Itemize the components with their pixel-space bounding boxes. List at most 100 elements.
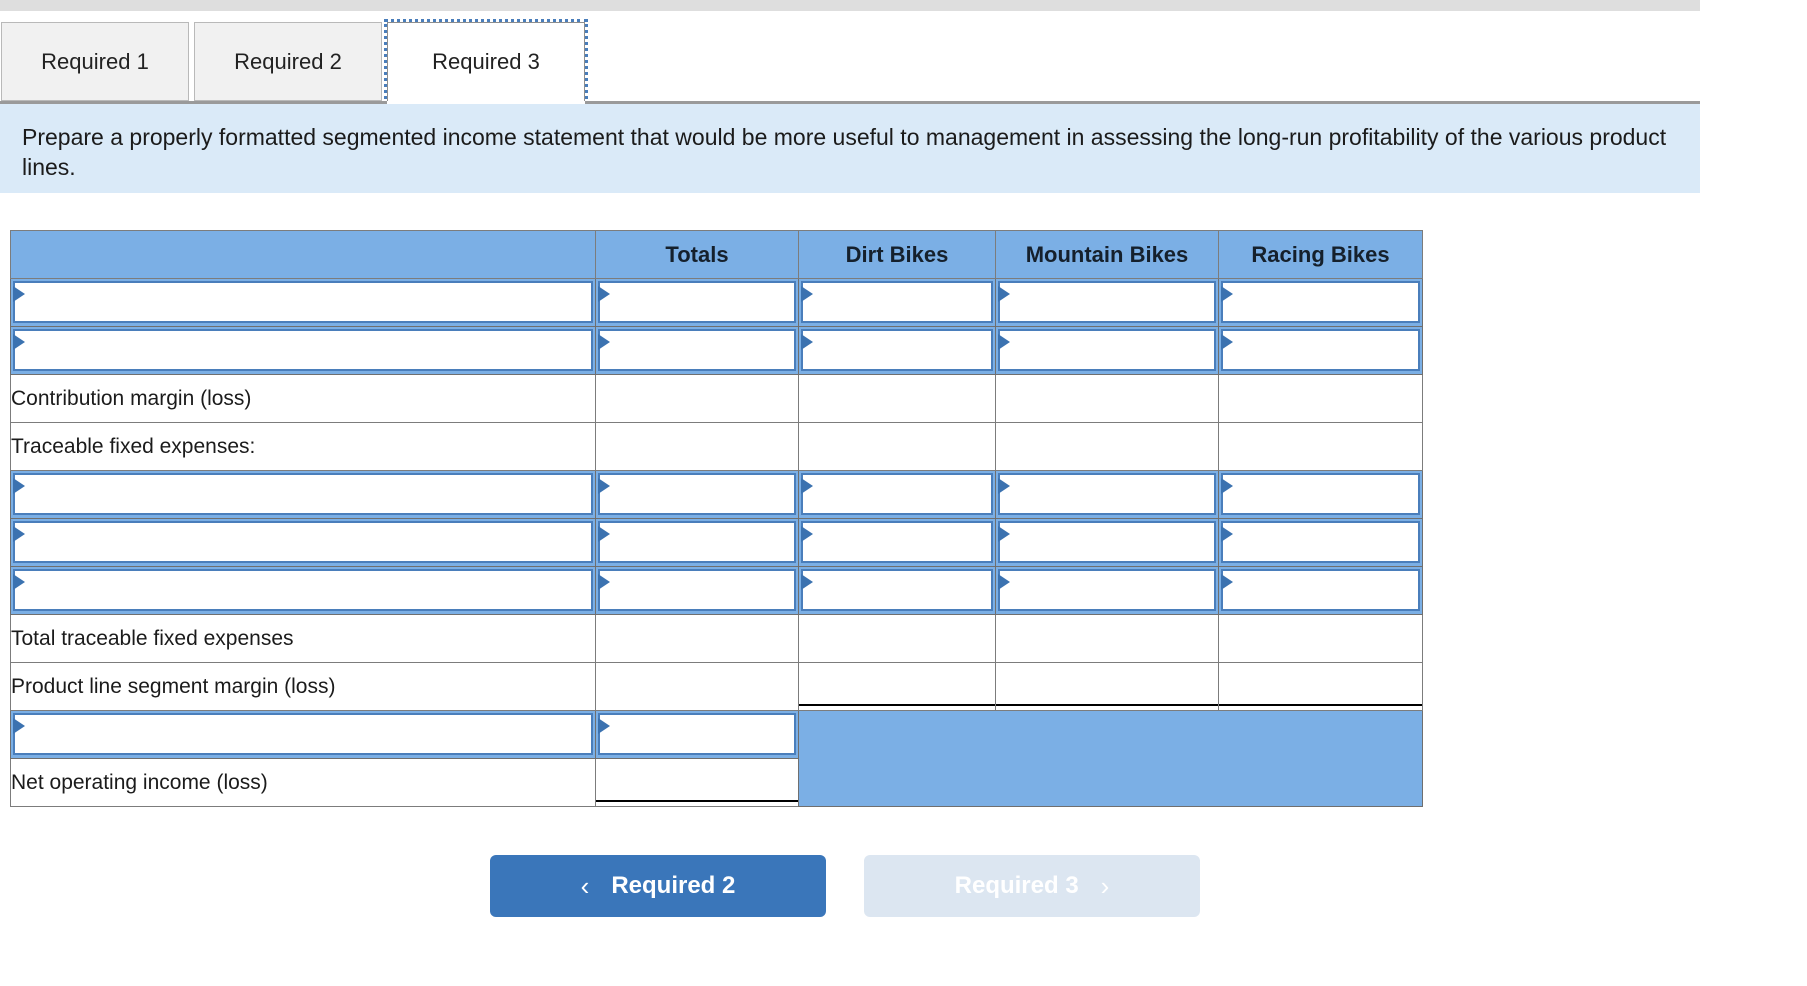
- dropdown-cell-label-2[interactable]: [10, 326, 596, 375]
- caret-right-icon: [598, 718, 610, 734]
- value-cell-racing-total-traceable[interactable]: [1218, 614, 1423, 663]
- caret-right-icon: [801, 334, 813, 350]
- table-row: Traceable fixed expenses:: [10, 422, 1423, 471]
- instruction-banner: Prepare a properly formatted segmented i…: [0, 104, 1700, 193]
- dropdown-cell-racing-1[interactable]: [1218, 278, 1423, 327]
- tab-strip: Required 1 Required 2 Required 3: [0, 19, 1807, 104]
- tab-required-2[interactable]: Required 2: [194, 22, 382, 101]
- dropdown-cell-totals-1[interactable]: [595, 278, 799, 327]
- column-header-mountain-bikes: Mountain Bikes: [995, 230, 1219, 279]
- tab-required-2-label: Required 2: [234, 48, 342, 74]
- column-header-totals: Totals: [595, 230, 799, 279]
- row-label-traceable-fixed-expenses: Traceable fixed expenses:: [10, 422, 596, 471]
- caret-right-icon: [801, 574, 813, 590]
- row-label-total-traceable-fixed-expenses: Total traceable fixed expenses: [10, 614, 596, 663]
- value-cell-dirt-contribution-margin[interactable]: [798, 374, 996, 423]
- tab-required-1[interactable]: Required 1: [1, 22, 189, 101]
- navigation-bar: ‹ Required 2 Required 3 ›: [0, 855, 1807, 917]
- caret-right-icon: [598, 334, 610, 350]
- dropdown-cell-dirt-1[interactable]: [798, 278, 996, 327]
- tab-required-1-label: Required 1: [41, 48, 149, 74]
- caret-right-icon: [801, 286, 813, 302]
- caret-right-icon: [598, 286, 610, 302]
- prev-required-2-button[interactable]: ‹ Required 2: [490, 855, 826, 917]
- dropdown-cell-label-1[interactable]: [10, 278, 596, 327]
- value-cell-totals-net-operating-income[interactable]: [595, 758, 799, 807]
- caret-right-icon: [1221, 574, 1233, 590]
- caret-right-icon: [13, 334, 25, 350]
- dropdown-cell-dirt-2[interactable]: [798, 326, 996, 375]
- caret-right-icon: [13, 574, 25, 590]
- next-button-label: Required 3: [954, 872, 1079, 899]
- value-cell-dirt-total-traceable[interactable]: [798, 614, 996, 663]
- caret-right-icon: [598, 478, 610, 494]
- dropdown-cell-label-6[interactable]: [10, 710, 596, 759]
- caret-right-icon: [598, 526, 610, 542]
- value-cell-totals-contribution-margin[interactable]: [595, 374, 799, 423]
- dropdown-cell-racing-2[interactable]: [1218, 326, 1423, 375]
- prev-button-label: Required 2: [611, 872, 736, 899]
- dropdown-cell-totals-4[interactable]: [595, 518, 799, 567]
- value-cell-racing-contribution-margin[interactable]: [1218, 374, 1423, 423]
- dropdown-cell-racing-3[interactable]: [1218, 470, 1423, 519]
- dropdown-cell-label-4[interactable]: [10, 518, 596, 567]
- value-cell-dirt-traceable-header[interactable]: [798, 422, 996, 471]
- dropdown-cell-totals-5[interactable]: [595, 566, 799, 615]
- table-row: [10, 518, 1423, 567]
- dropdown-cell-mountain-1[interactable]: [995, 278, 1219, 327]
- table-row: [10, 470, 1423, 519]
- dropdown-cell-mountain-3[interactable]: [995, 470, 1219, 519]
- next-required-3-button[interactable]: Required 3 ›: [864, 855, 1200, 917]
- dropdown-cell-racing-5[interactable]: [1218, 566, 1423, 615]
- dropdown-cell-mountain-5[interactable]: [995, 566, 1219, 615]
- value-cell-mountain-contribution-margin[interactable]: [995, 374, 1219, 423]
- row-label-contribution-margin: Contribution margin (loss): [10, 374, 596, 423]
- top-gray-bar: [0, 0, 1700, 11]
- dropdown-cell-mountain-4[interactable]: [995, 518, 1219, 567]
- caret-right-icon: [998, 574, 1010, 590]
- value-cell-mountain-segment-margin[interactable]: [995, 662, 1219, 711]
- value-cell-racing-traceable-header[interactable]: [1218, 422, 1423, 471]
- caret-right-icon: [1221, 478, 1233, 494]
- column-header-blank: [10, 230, 596, 279]
- segmented-income-statement-table: Totals Dirt Bikes Mountain Bikes Racing …: [10, 230, 1423, 807]
- dropdown-cell-racing-4[interactable]: [1218, 518, 1423, 567]
- caret-right-icon: [1221, 334, 1233, 350]
- value-cell-racing-segment-margin[interactable]: [1218, 662, 1423, 711]
- value-cell-totals-segment-margin[interactable]: [595, 662, 799, 711]
- caret-right-icon: [998, 478, 1010, 494]
- dropdown-cell-dirt-4[interactable]: [798, 518, 996, 567]
- row-label-net-operating-income: Net operating income (loss): [10, 758, 596, 807]
- dropdown-cell-label-5[interactable]: [10, 566, 596, 615]
- table-body: Contribution margin (loss) Traceable fix…: [10, 278, 1423, 807]
- table-header: Totals Dirt Bikes Mountain Bikes Racing …: [10, 230, 1423, 279]
- caret-right-icon: [998, 526, 1010, 542]
- table-row: [10, 326, 1423, 375]
- tab-required-3[interactable]: Required 3: [384, 19, 588, 104]
- row-label-product-line-segment-margin: Product line segment margin (loss): [10, 662, 596, 711]
- dropdown-cell-totals-3[interactable]: [595, 470, 799, 519]
- segmented-income-statement-table-wrapper: Totals Dirt Bikes Mountain Bikes Racing …: [10, 230, 1423, 807]
- merged-empty-cell: [798, 710, 1423, 807]
- value-cell-mountain-total-traceable[interactable]: [995, 614, 1219, 663]
- caret-right-icon: [1221, 526, 1233, 542]
- value-cell-dirt-segment-margin[interactable]: [798, 662, 996, 711]
- dropdown-cell-totals-2[interactable]: [595, 326, 799, 375]
- table-row: [10, 710, 1423, 807]
- value-cell-mountain-traceable-header[interactable]: [995, 422, 1219, 471]
- caret-right-icon: [13, 718, 25, 734]
- caret-right-icon: [801, 478, 813, 494]
- dropdown-cell-label-3[interactable]: [10, 470, 596, 519]
- value-cell-totals-total-traceable[interactable]: [595, 614, 799, 663]
- chevron-right-icon: ›: [1100, 871, 1110, 901]
- dropdown-cell-dirt-5[interactable]: [798, 566, 996, 615]
- caret-right-icon: [598, 574, 610, 590]
- caret-right-icon: [1221, 286, 1233, 302]
- dropdown-cell-dirt-3[interactable]: [798, 470, 996, 519]
- dropdown-cell-totals-6[interactable]: [595, 710, 799, 759]
- instruction-text: Prepare a properly formatted segmented i…: [22, 124, 1667, 180]
- table-row: [10, 278, 1423, 327]
- dropdown-cell-mountain-2[interactable]: [995, 326, 1219, 375]
- value-cell-totals-traceable-header[interactable]: [595, 422, 799, 471]
- caret-right-icon: [13, 286, 25, 302]
